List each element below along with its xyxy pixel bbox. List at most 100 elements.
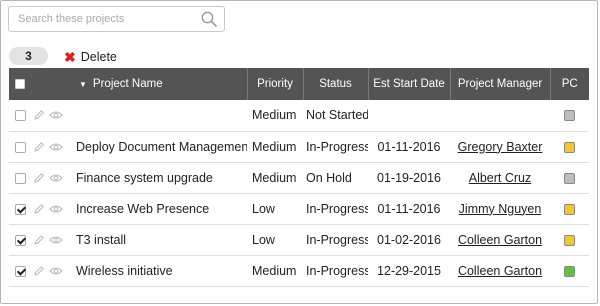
row-actions-cell — [31, 224, 75, 255]
edit-pencil-icon[interactable] — [33, 265, 45, 277]
pc-status-indicator — [564, 172, 575, 184]
start-date-value: 12-29-2015 — [377, 263, 441, 278]
delete-button[interactable]: ✖ Delete — [64, 48, 117, 65]
pc-status-indicator — [564, 234, 575, 246]
table-header-row: ▼ Project Name Priority Status Est Start … — [9, 68, 589, 100]
pc-cell — [550, 100, 589, 131]
column-header-pc[interactable]: PC — [549, 68, 589, 100]
row-checkbox[interactable] — [14, 110, 26, 122]
row-checkbox[interactable] — [14, 203, 26, 215]
pc-cell — [550, 255, 589, 286]
table-row[interactable]: Increase Web Presence Low In-Progress 01… — [9, 193, 589, 224]
delete-label: Delete — [80, 49, 117, 64]
search-box[interactable] — [8, 6, 225, 32]
row-select-cell[interactable] — [9, 131, 31, 162]
row-actions-cell — [31, 100, 75, 131]
row-actions-cell — [31, 255, 75, 286]
table-row[interactable]: Deploy Document Management Medium In-Pro… — [9, 131, 589, 162]
manager-link[interactable]: Colleen Garton — [458, 233, 542, 247]
view-eye-icon[interactable] — [49, 204, 63, 214]
priority-cell: Low — [252, 232, 275, 247]
view-eye-icon[interactable] — [49, 235, 63, 245]
column-header-manager[interactable]: Project Manager — [449, 68, 550, 100]
status-cell: Not Started — [306, 108, 368, 123]
projects-table: ▼ Project Name Priority Status Est Start … — [9, 68, 589, 287]
status-cell: In-Progress — [306, 201, 368, 216]
start-date-cell: 01-11-2016 — [368, 193, 450, 224]
pc-status-indicator — [564, 110, 575, 122]
start-date-cell: 01-11-2016 — [368, 131, 450, 162]
start-date-value: 01-02-2016 — [377, 232, 441, 247]
edit-pencil-icon[interactable] — [33, 109, 45, 121]
start-date-cell — [368, 100, 450, 131]
row-select-cell[interactable] — [9, 255, 31, 286]
manager-link[interactable]: Albert Cruz — [469, 171, 532, 185]
project-name-cell: Finance system upgrade — [76, 170, 213, 185]
row-actions-cell — [31, 162, 75, 193]
select-all-header[interactable] — [9, 68, 31, 100]
row-actions-cell — [31, 193, 75, 224]
row-checkbox[interactable] — [14, 234, 26, 246]
column-header-status[interactable]: Status — [302, 68, 368, 100]
table-row[interactable]: Medium Not Started — [9, 100, 589, 131]
start-date-cell: 01-02-2016 — [368, 224, 450, 255]
pc-cell — [550, 131, 589, 162]
project-name-cell: Increase Web Presence — [76, 201, 210, 216]
project-name-cell: Wireless initiative — [76, 263, 173, 278]
row-select-cell[interactable] — [9, 100, 31, 131]
project-name-cell: T3 install — [76, 232, 127, 247]
priority-cell: Medium — [252, 108, 297, 123]
selected-count-badge: 3 — [9, 47, 48, 65]
edit-pencil-icon[interactable] — [33, 141, 45, 153]
manager-cell: Jimmy Nguyen — [450, 193, 550, 224]
start-date-cell: 12-29-2015 — [368, 255, 450, 286]
search-icon[interactable] — [200, 10, 218, 28]
start-date-value: 01-11-2016 — [377, 139, 441, 154]
column-header-priority[interactable]: Priority — [246, 68, 303, 100]
manager-link[interactable]: Gregory Baxter — [458, 140, 543, 154]
manager-cell: Gregory Baxter — [450, 131, 550, 162]
start-date-cell: 01-19-2016 — [368, 162, 450, 193]
view-eye-icon[interactable] — [49, 110, 63, 120]
row-checkbox[interactable] — [14, 265, 26, 277]
edit-pencil-icon[interactable] — [33, 234, 45, 246]
manager-link[interactable]: Colleen Garton — [458, 264, 542, 278]
table-row[interactable]: T3 install Low In-Progress 01-02-2016 Co… — [9, 224, 589, 255]
pc-status-indicator — [564, 265, 575, 277]
row-select-cell[interactable] — [9, 162, 31, 193]
status-cell: In-Progress — [306, 139, 368, 154]
manager-cell: Colleen Garton — [450, 224, 550, 255]
sort-desc-icon[interactable]: ▼ — [79, 80, 87, 89]
view-eye-icon[interactable] — [49, 142, 63, 152]
project-name-cell: Deploy Document Management — [76, 139, 247, 154]
manager-link[interactable]: Jimmy Nguyen — [459, 202, 542, 216]
start-date-value: 01-11-2016 — [377, 201, 441, 216]
edit-pencil-icon[interactable] — [33, 203, 45, 215]
select-all-checkbox[interactable] — [15, 78, 25, 89]
status-cell: In-Progress — [306, 263, 368, 278]
search-input[interactable] — [9, 7, 203, 31]
pc-status-indicator — [564, 141, 575, 153]
table-row[interactable]: Finance system upgrade Medium On Hold 01… — [9, 162, 589, 193]
pc-status-indicator — [564, 203, 575, 215]
status-cell: On Hold — [306, 170, 352, 185]
table-row[interactable]: Wireless initiative Medium In-Progress 1… — [9, 255, 589, 286]
row-select-cell[interactable] — [9, 193, 31, 224]
pc-cell — [550, 162, 589, 193]
delete-x-icon: ✖ — [64, 48, 76, 65]
view-eye-icon[interactable] — [49, 266, 63, 276]
manager-cell: Colleen Garton — [450, 255, 550, 286]
row-checkbox[interactable] — [14, 141, 26, 153]
column-header-start-date[interactable]: Est Start Date — [367, 68, 450, 100]
project-name-cell — [75, 100, 247, 131]
row-checkbox[interactable] — [14, 172, 26, 184]
priority-cell: Medium — [252, 263, 297, 278]
view-eye-icon[interactable] — [49, 173, 63, 183]
pc-cell — [550, 193, 589, 224]
actions-header — [31, 68, 75, 100]
priority-cell: Medium — [252, 170, 297, 185]
column-header-project-name[interactable]: ▼ Project Name — [75, 68, 247, 100]
edit-pencil-icon[interactable] — [33, 172, 45, 184]
row-actions-cell — [31, 131, 75, 162]
row-select-cell[interactable] — [9, 224, 31, 255]
